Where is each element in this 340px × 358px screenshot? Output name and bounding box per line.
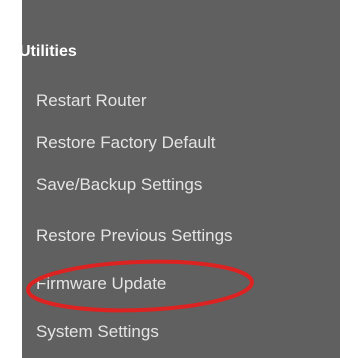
section-title-utilities: Utilities <box>19 43 77 60</box>
menu-item-restore-previous-settings[interactable]: Restore Previous Settings <box>36 226 233 246</box>
menu-item-restore-factory-default[interactable]: Restore Factory Default <box>36 133 216 153</box>
menu-item-firmware-update[interactable]: Firmware Update <box>36 274 166 294</box>
menu-item-system-settings[interactable]: System Settings <box>36 322 159 342</box>
menu-item-save-backup-settings[interactable]: Save/Backup Settings <box>36 175 202 195</box>
menu-item-restart-router[interactable]: Restart Router <box>36 91 147 111</box>
